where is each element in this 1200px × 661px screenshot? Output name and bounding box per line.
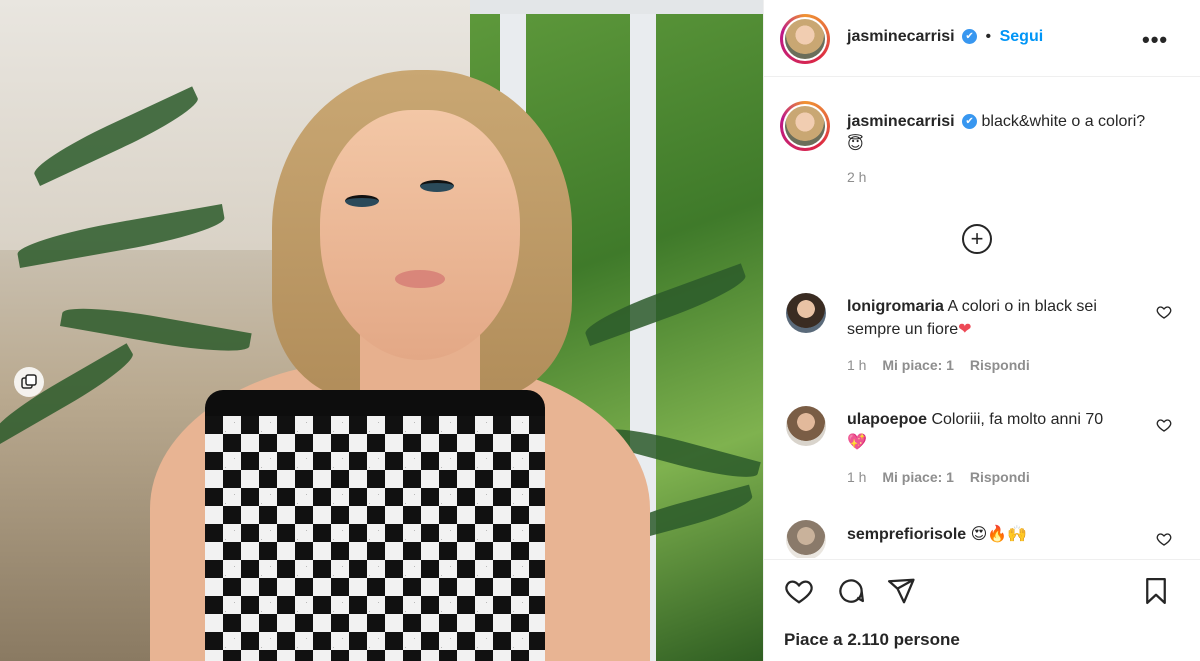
comment-avatar[interactable] bbox=[786, 406, 826, 446]
comment-username[interactable]: ulapoepoe bbox=[847, 411, 927, 428]
comment-like-icon[interactable] bbox=[1156, 417, 1172, 438]
photo-eye bbox=[345, 195, 379, 207]
caption: jasminecarrisi ✔ black&white o a colori?… bbox=[847, 111, 1177, 185]
caption-username[interactable]: jasminecarrisi bbox=[847, 113, 955, 130]
comment-like-icon[interactable] bbox=[1156, 304, 1172, 325]
plus-circle-icon[interactable]: + bbox=[962, 224, 992, 254]
more-options-icon[interactable]: ••• bbox=[1142, 27, 1168, 53]
heart-icon[interactable] bbox=[782, 574, 816, 608]
caption-text: black&white o a colori? bbox=[981, 113, 1146, 130]
comment-like-icon[interactable] bbox=[1156, 531, 1172, 552]
comment-likes[interactable]: Mi piace: 1 bbox=[882, 357, 954, 373]
plant-leaf bbox=[60, 300, 252, 359]
caption-avatar[interactable] bbox=[780, 101, 830, 151]
comment-item: semprefiorisole 😍🔥🙌 bbox=[847, 523, 1147, 546]
verified-icon: ✔ bbox=[962, 29, 978, 45]
author-avatar[interactable] bbox=[780, 14, 830, 64]
comment-avatar[interactable] bbox=[786, 293, 826, 333]
verified-icon: ✔ bbox=[962, 114, 978, 130]
photo-lips bbox=[395, 270, 445, 288]
follow-button[interactable]: Segui bbox=[1000, 28, 1044, 45]
comment-time[interactable]: 1 h bbox=[847, 469, 866, 485]
comment-time[interactable]: 1 h bbox=[847, 357, 866, 373]
sparkling-heart-emoji: 💖 bbox=[847, 432, 867, 451]
post-side-panel: jasminecarrisi ✔ • Segui ••• jasminecarr… bbox=[763, 0, 1200, 661]
likes-count[interactable]: Piace a 2.110 persone bbox=[784, 630, 960, 650]
photo-houndstooth-top bbox=[205, 390, 545, 661]
photo-face bbox=[320, 110, 520, 360]
reply-button[interactable]: Rispondi bbox=[970, 357, 1030, 373]
post-header: jasminecarrisi ✔ • Segui ••• bbox=[764, 0, 1200, 77]
send-icon[interactable] bbox=[884, 574, 918, 608]
post-actions: Piace a 2.110 persone bbox=[764, 559, 1200, 661]
author-username[interactable]: jasminecarrisi bbox=[847, 28, 955, 45]
comment-text: Coloriii, fa molto anni 70 bbox=[931, 411, 1104, 428]
comment-item: ulapoepoe Coloriii, fa molto anni 70 💖 1… bbox=[847, 409, 1147, 485]
window-frame bbox=[470, 0, 763, 14]
separator-dot: • bbox=[985, 28, 992, 45]
multi-photo-icon[interactable] bbox=[14, 367, 44, 397]
caption-time[interactable]: 2 h bbox=[847, 169, 1177, 185]
comment-avatar[interactable] bbox=[786, 520, 826, 558]
caption-emoji: 😇 bbox=[847, 134, 864, 153]
comment-likes[interactable]: Mi piace: 1 bbox=[882, 469, 954, 485]
post-photo[interactable] bbox=[0, 0, 763, 661]
comment-username[interactable]: lonigromaria bbox=[847, 298, 944, 315]
reply-button[interactable]: Rispondi bbox=[970, 469, 1030, 485]
author-line: jasminecarrisi ✔ • Segui bbox=[847, 28, 1043, 46]
photo-eye bbox=[420, 180, 454, 192]
comments-list[interactable]: jasminecarrisi ✔ black&white o a colori?… bbox=[764, 78, 1200, 558]
heart-emoji: ❤ bbox=[958, 319, 972, 338]
comment-item: lonigromaria A colori o in black sei sem… bbox=[847, 296, 1147, 373]
comment-username[interactable]: semprefiorisole bbox=[847, 526, 966, 543]
comment-emoji: 😍🔥🙌 bbox=[970, 524, 1028, 543]
bookmark-icon[interactable] bbox=[1139, 574, 1173, 608]
comment-icon[interactable] bbox=[834, 574, 868, 608]
